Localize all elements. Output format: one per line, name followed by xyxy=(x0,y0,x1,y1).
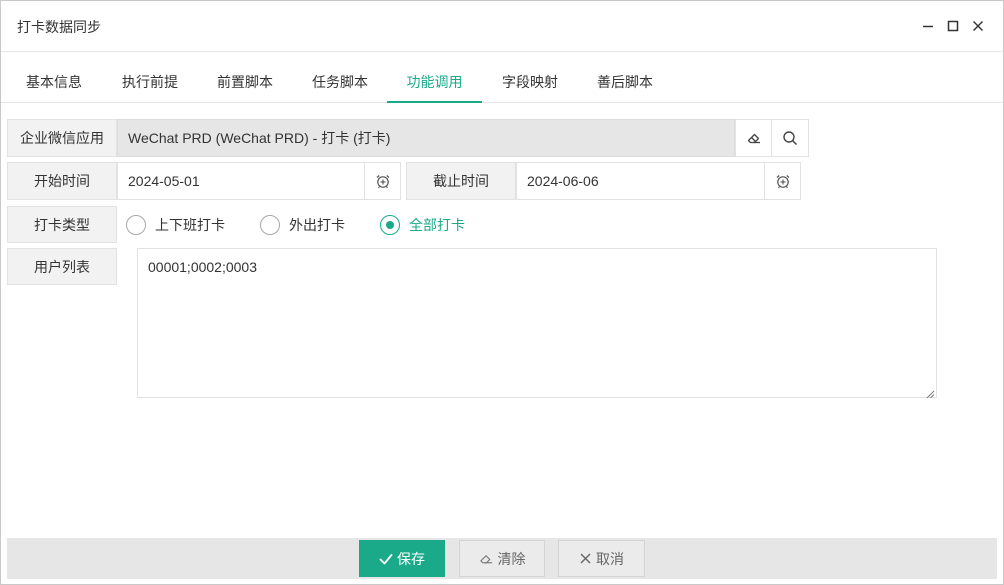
resize-grip-icon[interactable] xyxy=(925,386,935,399)
tab-preconditions[interactable]: 执行前提 xyxy=(111,53,189,103)
tab-post-script[interactable]: 善后脚本 xyxy=(586,53,664,103)
minimize-icon[interactable] xyxy=(917,15,939,37)
tab-bar: 基本信息 执行前提 前置脚本 任务脚本 功能调用 字段映射 善后脚本 xyxy=(1,53,1003,103)
save-button[interactable]: 保存 xyxy=(359,540,445,577)
cancel-button[interactable]: 取消 xyxy=(558,540,645,577)
radio-commute-checkin[interactable]: 上下班打卡 xyxy=(126,213,225,237)
close-icon[interactable] xyxy=(967,15,989,37)
cancel-label: 取消 xyxy=(596,550,624,567)
alarm-clock-icon[interactable] xyxy=(764,162,801,200)
radio-circle xyxy=(380,215,400,235)
check-icon xyxy=(379,553,393,564)
end-time-label: 截止时间 xyxy=(406,162,516,200)
users-textarea[interactable]: 00001;0002;0003 xyxy=(137,248,937,398)
tab-basic-info[interactable]: 基本信息 xyxy=(15,53,93,103)
maximize-icon[interactable] xyxy=(942,15,964,37)
radio-label: 全部打卡 xyxy=(409,217,465,233)
tab-task-script[interactable]: 任务脚本 xyxy=(301,53,379,103)
radio-label: 外出打卡 xyxy=(289,217,345,233)
search-icon[interactable] xyxy=(771,119,809,157)
eraser-icon xyxy=(479,554,492,563)
app-field[interactable]: WeChat PRD (WeChat PRD) - 打卡 (打卡) xyxy=(117,119,735,157)
window-title: 打卡数据同步 xyxy=(17,19,101,35)
tab-field-mapping[interactable]: 字段映射 xyxy=(491,53,569,103)
clear-label: 清除 xyxy=(497,550,526,567)
start-time-field[interactable]: 2024-05-01 xyxy=(117,162,365,200)
save-label: 保存 xyxy=(397,550,425,567)
type-label: 打卡类型 xyxy=(7,206,117,243)
radio-circle xyxy=(126,215,146,235)
title-bar: 打卡数据同步 xyxy=(1,1,1003,52)
footer-bar: 保存 清除 取消 xyxy=(7,538,997,579)
end-time-field[interactable]: 2024-06-06 xyxy=(516,162,765,200)
eraser-icon[interactable] xyxy=(735,119,772,157)
radio-circle xyxy=(260,215,280,235)
start-time-label: 开始时间 xyxy=(7,162,117,200)
radio-all-checkin[interactable]: 全部打卡 xyxy=(380,213,465,237)
users-label: 用户列表 xyxy=(7,248,117,285)
tab-pre-script[interactable]: 前置脚本 xyxy=(206,53,284,103)
app-label: 企业微信应用 xyxy=(7,119,117,157)
alarm-clock-icon[interactable] xyxy=(364,162,401,200)
tab-function-call[interactable]: 功能调用 xyxy=(387,53,482,103)
radio-outing-checkin[interactable]: 外出打卡 xyxy=(260,213,345,237)
dialog-window: 打卡数据同步 基本信息 执行前提 前置脚本 任务脚本 功能调用 字段映射 善后脚… xyxy=(0,0,1004,585)
clear-button[interactable]: 清除 xyxy=(459,540,545,577)
radio-label: 上下班打卡 xyxy=(155,217,225,233)
x-icon xyxy=(580,553,591,564)
